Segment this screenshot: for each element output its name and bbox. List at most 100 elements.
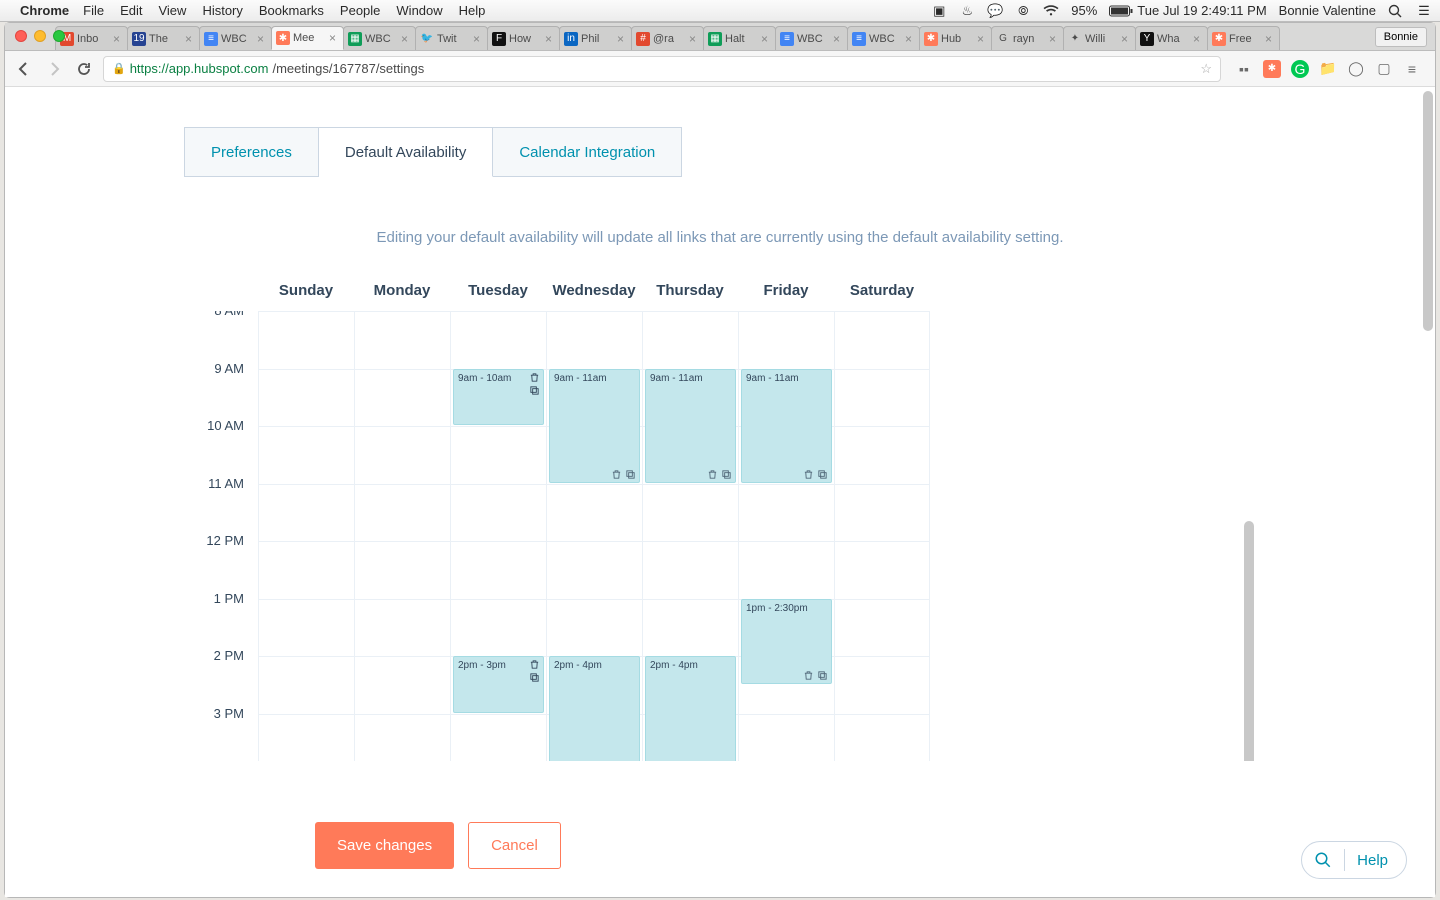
day-column[interactable]: 9am - 11am 2pm - 4pm — [642, 311, 738, 761]
menu-window[interactable]: Window — [396, 3, 442, 18]
cancel-button[interactable]: Cancel — [468, 822, 561, 869]
browser-tab[interactable]: inPhil× — [559, 26, 632, 50]
availability-slot[interactable]: 9am - 11am — [741, 369, 832, 483]
browser-tab[interactable]: Grayn× — [991, 26, 1064, 50]
copy-icon[interactable] — [529, 385, 540, 396]
menu-history[interactable]: History — [202, 3, 242, 18]
tab-close-icon[interactable]: × — [401, 32, 411, 46]
copy-icon[interactable] — [625, 469, 636, 480]
tray-battery-icon[interactable] — [1109, 5, 1125, 17]
bookmark-star-icon[interactable]: ☆ — [1200, 61, 1212, 77]
menu-view[interactable]: View — [158, 3, 186, 18]
day-column[interactable]: 9am - 11am 1pm - 2:30pm — [738, 311, 834, 761]
extension-icon[interactable]: G — [1291, 60, 1309, 78]
tab-close-icon[interactable]: × — [1193, 32, 1203, 46]
tab-close-icon[interactable]: × — [185, 32, 195, 46]
availability-slot[interactable]: 9am - 10am — [453, 369, 544, 426]
availability-slot[interactable]: 2pm - 4pm — [645, 656, 736, 761]
copy-icon[interactable] — [817, 670, 828, 681]
forward-button[interactable] — [43, 58, 65, 80]
page-scrollbar-thumb[interactable] — [1423, 91, 1433, 331]
back-button[interactable] — [13, 58, 35, 80]
tab-close-icon[interactable]: × — [545, 32, 555, 46]
browser-tab[interactable]: MInbo× — [55, 26, 128, 50]
delete-icon[interactable] — [529, 659, 540, 670]
tab-close-icon[interactable]: × — [689, 32, 699, 46]
delete-icon[interactable] — [803, 670, 814, 681]
day-column[interactable]: 9am - 10am 2pm - 3pm — [450, 311, 546, 761]
copy-icon[interactable] — [721, 469, 732, 480]
day-column[interactable] — [834, 311, 930, 761]
tab-close-icon[interactable]: × — [113, 32, 123, 46]
tab-close-icon[interactable]: × — [329, 31, 339, 45]
menubar-app-name[interactable]: Chrome — [20, 3, 69, 18]
copy-icon[interactable] — [529, 672, 540, 683]
settings-tab[interactable]: Preferences — [184, 127, 319, 177]
calendar-scrollbar-track[interactable] — [1240, 521, 1256, 761]
day-column[interactable]: 9am - 11am2pm - 4pm — [546, 311, 642, 761]
browser-tab[interactable]: FHow× — [487, 26, 560, 50]
menu-help[interactable]: Help — [459, 3, 486, 18]
browser-tab[interactable]: ✦Willi× — [1063, 26, 1136, 50]
tab-close-icon[interactable]: × — [905, 32, 915, 46]
tab-close-icon[interactable]: × — [1049, 32, 1059, 46]
extension-icon[interactable]: ◯ — [1347, 60, 1365, 78]
browser-tab[interactable]: ≡WBC× — [199, 26, 272, 50]
delete-icon[interactable] — [611, 469, 622, 480]
site-info-lock-icon[interactable]: 🔒 — [112, 62, 126, 75]
save-changes-button[interactable]: Save changes — [315, 822, 454, 869]
tray-wifi-icon[interactable] — [1043, 5, 1059, 17]
menu-edit[interactable]: Edit — [120, 3, 142, 18]
browser-tab[interactable]: ✱Mee× — [271, 26, 344, 50]
menu-bookmarks[interactable]: Bookmarks — [259, 3, 324, 18]
help-button[interactable]: Help — [1301, 841, 1407, 879]
tab-close-icon[interactable]: × — [1121, 32, 1131, 46]
tray-airplay-icon[interactable]: ▣ — [931, 3, 947, 19]
delete-icon[interactable] — [707, 469, 718, 480]
menu-file[interactable]: File — [83, 3, 104, 18]
tray-spotlight-icon[interactable] — [1388, 4, 1404, 18]
tray-notification-icon[interactable]: ☰ — [1416, 3, 1432, 19]
browser-tab[interactable]: ≡WBC× — [775, 26, 848, 50]
tab-close-icon[interactable]: × — [1265, 32, 1275, 46]
browser-tab[interactable]: ✱Free× — [1207, 26, 1280, 50]
delete-icon[interactable] — [803, 469, 814, 480]
availability-slot[interactable]: 2pm - 4pm — [549, 656, 640, 761]
window-close-button[interactable] — [15, 30, 27, 42]
availability-slot[interactable]: 1pm - 2:30pm — [741, 599, 832, 684]
menu-people[interactable]: People — [340, 3, 380, 18]
tab-close-icon[interactable]: × — [833, 32, 843, 46]
extension-cast-icon[interactable]: ▢ — [1375, 60, 1393, 78]
tab-close-icon[interactable]: × — [761, 32, 771, 46]
calendar-scrollbar-thumb[interactable] — [1244, 521, 1254, 761]
reload-button[interactable] — [73, 58, 95, 80]
tray-chat-icon[interactable]: 💬 — [987, 3, 1003, 19]
tab-close-icon[interactable]: × — [617, 32, 627, 46]
tray-username[interactable]: Bonnie Valentine — [1279, 3, 1376, 18]
chrome-profile-button[interactable]: Bonnie — [1375, 27, 1427, 47]
tab-close-icon[interactable]: × — [977, 32, 987, 46]
browser-tab[interactable]: #@ra× — [631, 26, 704, 50]
settings-tab[interactable]: Calendar Integration — [493, 127, 682, 177]
delete-icon[interactable] — [529, 372, 540, 383]
calendar-grid[interactable]: 8 AM9 AM10 AM11 AM12 PM1 PM2 PM3 PM 9am … — [184, 311, 1256, 761]
browser-tab[interactable]: ≡WBC× — [847, 26, 920, 50]
availability-slot[interactable]: 2pm - 3pm — [453, 656, 544, 713]
tab-close-icon[interactable]: × — [257, 32, 267, 46]
browser-tab[interactable]: ▦WBC× — [343, 26, 416, 50]
tray-flame-icon[interactable]: ♨ — [959, 3, 975, 19]
extension-icon[interactable]: ✱ — [1263, 60, 1281, 78]
browser-tab[interactable]: 19The× — [127, 26, 200, 50]
window-minimize-button[interactable] — [34, 30, 46, 42]
extension-icon[interactable]: ▪▪ — [1235, 60, 1253, 78]
browser-tab[interactable]: 🐦Twit× — [415, 26, 488, 50]
browser-tab[interactable]: ▦Halt× — [703, 26, 776, 50]
browser-tab[interactable]: ✱Hub× — [919, 26, 992, 50]
copy-icon[interactable] — [817, 469, 828, 480]
tray-clock[interactable]: Tue Jul 19 2:49:11 PM — [1137, 3, 1266, 18]
extension-icon[interactable]: 📁 — [1319, 60, 1337, 78]
settings-tab[interactable]: Default Availability — [319, 127, 493, 177]
address-bar[interactable]: 🔒 https://app.hubspot.com/meetings/16778… — [103, 56, 1221, 82]
availability-slot[interactable]: 9am - 11am — [645, 369, 736, 483]
tab-close-icon[interactable]: × — [473, 32, 483, 46]
